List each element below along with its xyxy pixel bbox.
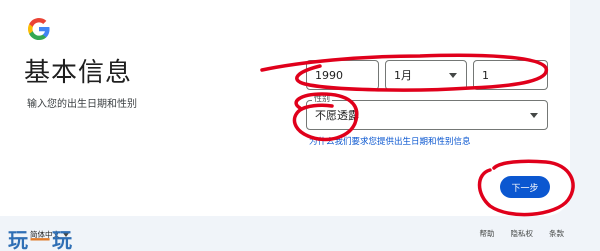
gender-value: 不愿透露	[315, 109, 359, 122]
watermark-dash: 一	[30, 228, 52, 251]
gender-label: 性别	[312, 94, 332, 104]
next-button[interactable]: 下一步	[500, 176, 550, 198]
signup-card: 基本信息 输入您的出生日期和性别 1990 1月 1 不愿透露 性别 为什么我们…	[0, 0, 570, 216]
watermark-char-1: 玩	[8, 228, 30, 251]
page-subtitle: 输入您的出生日期和性别	[27, 99, 137, 110]
why-info-link[interactable]: 为什么我们要求您提供出生日期和性别信息	[309, 135, 471, 147]
birth-year-value: 1990	[315, 68, 343, 82]
google-logo-icon	[28, 18, 50, 40]
birth-day-input[interactable]: 1	[473, 60, 548, 90]
birth-month-select[interactable]: 1月	[385, 60, 467, 90]
birth-month-value: 1月	[394, 69, 412, 82]
footer-links: 帮助 隐私权 条款	[480, 228, 565, 239]
footer-link-terms[interactable]: 条款	[549, 228, 564, 239]
caret-down-icon	[449, 73, 457, 78]
watermark-char-2: 玩	[52, 228, 74, 251]
birth-year-input[interactable]: 1990	[306, 60, 379, 90]
caret-down-icon	[530, 113, 538, 118]
page-title: 基本信息	[24, 58, 133, 88]
birth-day-value: 1	[482, 68, 489, 82]
footer-link-help[interactable]: 帮助	[480, 228, 495, 239]
footer-link-privacy[interactable]: 隐私权	[511, 228, 534, 239]
site-watermark: 玩一玩	[8, 224, 74, 251]
gender-select[interactable]: 不愿透露	[306, 100, 548, 130]
